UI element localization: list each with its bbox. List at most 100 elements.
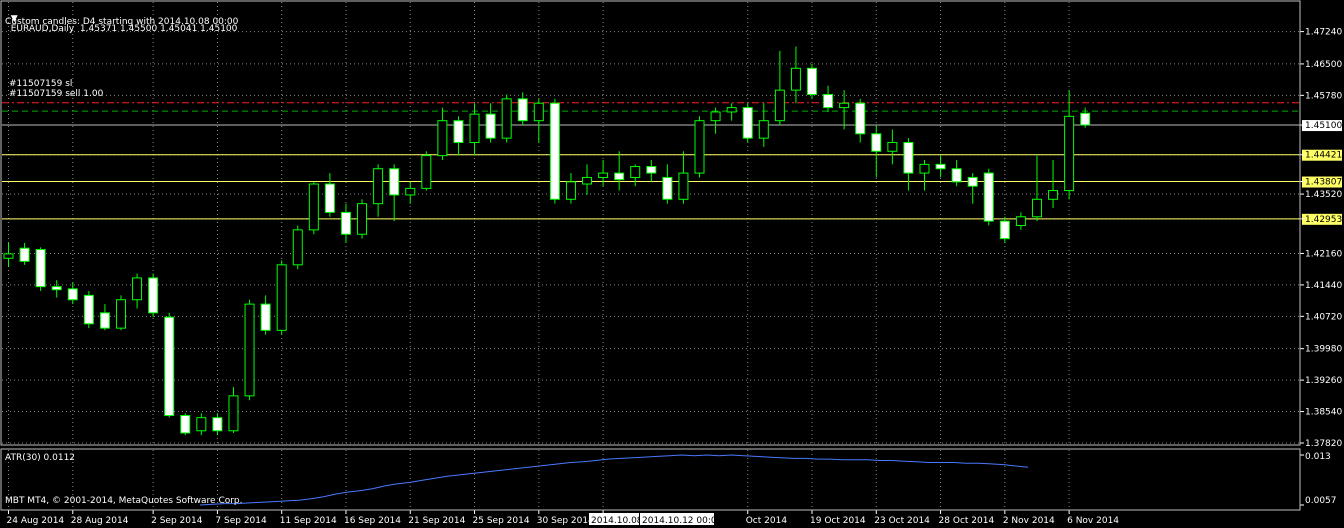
candle-body-bear xyxy=(903,142,914,174)
atr-label: ATR(30) 0.0112 xyxy=(5,453,76,463)
candle[interactable] xyxy=(83,291,94,329)
candle-body-bull xyxy=(421,155,432,189)
price-tick-label: 1.43520 xyxy=(1305,190,1342,200)
candle-body-bull xyxy=(678,172,689,200)
candle-body-bear xyxy=(646,166,657,174)
date-label: 24 Aug 2014 xyxy=(7,516,65,526)
candle-body-bear xyxy=(485,113,496,139)
candle-body-bull xyxy=(758,120,769,139)
candle[interactable] xyxy=(694,116,705,178)
date-highlight-left: 2014.10.08 xyxy=(591,516,643,526)
price-tick-label: 1.45780 xyxy=(1305,91,1342,101)
candle-body-bear xyxy=(35,249,46,288)
candle[interactable] xyxy=(501,94,512,143)
price-tick-label: 1.37820 xyxy=(1305,439,1342,449)
date-label: 25 Sep 2014 xyxy=(473,516,530,526)
candle-body-bull xyxy=(244,303,255,397)
candle-body-bear xyxy=(855,102,866,135)
atr-axis-top: 0.013 xyxy=(1305,452,1331,462)
candle-body-bull xyxy=(919,163,930,174)
candle-body-bear xyxy=(453,120,464,144)
date-label: 23 Oct 2014 xyxy=(874,516,930,526)
candle-body-bull xyxy=(582,176,593,185)
date-label: Oct 2014 xyxy=(746,516,788,526)
candle-body-bear xyxy=(1080,112,1091,126)
date-label: 7 Sep 2014 xyxy=(215,516,267,526)
candle-body-bull xyxy=(228,395,239,432)
candle[interactable] xyxy=(421,151,432,191)
candle-body-bull xyxy=(373,168,384,205)
candle[interactable] xyxy=(292,225,303,270)
candle-body-bear xyxy=(164,316,175,416)
current-price-label: 1.45100 xyxy=(1305,121,1342,131)
atr-axis-bottom: 0.0057 xyxy=(1305,496,1337,506)
candle-body-bear xyxy=(99,312,110,329)
price-tick-label: 1.38540 xyxy=(1305,408,1342,418)
candle[interactable] xyxy=(115,295,126,331)
candle[interactable] xyxy=(244,299,255,401)
candle[interactable] xyxy=(148,273,159,318)
candle[interactable] xyxy=(35,247,46,292)
candle-body-bull xyxy=(630,166,641,178)
candle-body-bull xyxy=(726,107,737,113)
candle[interactable] xyxy=(357,199,368,239)
candle-body-bear xyxy=(614,172,625,181)
candle-body-bear xyxy=(19,247,30,262)
candle[interactable] xyxy=(807,63,817,99)
candle-body-bear xyxy=(340,211,351,235)
candle-body-bull xyxy=(3,253,14,259)
candle-body-bull xyxy=(1064,115,1075,192)
price-chart[interactable]: 1.44421 1.43807 1.42953 1.45100 1.47240 1.46… xyxy=(0,0,1344,528)
candle-body-bear xyxy=(389,168,400,196)
candle-body-bull xyxy=(887,142,898,152)
date-label: 16 Sep 2014 xyxy=(344,516,401,526)
candle-body-bull xyxy=(598,172,609,178)
candle-body-bull xyxy=(115,299,126,329)
candle-body-bull xyxy=(437,120,448,157)
candle-body-bear xyxy=(999,220,1010,240)
candle[interactable] xyxy=(999,216,1010,243)
date-label: 19 Oct 2014 xyxy=(810,516,866,526)
date-highlight-right: 2014.10.12 00:00 xyxy=(642,516,723,526)
price-tick-label: 1.46500 xyxy=(1305,60,1342,70)
price-tick-label: 1.40720 xyxy=(1305,312,1342,322)
candle[interactable] xyxy=(180,413,191,436)
candle[interactable] xyxy=(276,260,287,335)
candle[interactable] xyxy=(308,181,319,235)
candle[interactable] xyxy=(983,168,994,226)
candle-body-bull xyxy=(790,67,801,91)
candle[interactable] xyxy=(549,98,560,204)
date-label: 21 Sep 2014 xyxy=(408,516,465,526)
candle-body-bear xyxy=(807,67,817,95)
date-label: 30 Sep 2014 xyxy=(537,516,594,526)
candle-body-bear xyxy=(180,414,191,434)
price-tick-label: 1.39980 xyxy=(1305,345,1342,355)
candle-body-bull xyxy=(1048,190,1059,200)
candle-body-bear xyxy=(871,133,882,152)
candle-body-bear xyxy=(67,288,78,301)
candle-body-bull xyxy=(405,187,416,196)
date-label: 2 Sep 2014 xyxy=(151,516,203,526)
candle[interactable] xyxy=(164,312,175,418)
order-sell-label: #11507159 sell 1.00 xyxy=(9,89,104,99)
candle-body-bull xyxy=(565,181,576,200)
candle-body-bear xyxy=(517,98,528,122)
date-label: 2 Nov 2014 xyxy=(1003,516,1055,526)
candle[interactable] xyxy=(742,103,753,143)
price-tick-label: 1.47240 xyxy=(1305,28,1342,38)
candle-body-bear xyxy=(212,417,223,432)
candle-body-bull xyxy=(469,113,480,144)
candle-body-bear xyxy=(742,107,753,139)
candle-body-bear xyxy=(983,172,994,222)
price-tick-label: 1.42160 xyxy=(1305,249,1342,259)
date-label: 11 Sep 2014 xyxy=(280,516,337,526)
candle-body-bull xyxy=(839,102,850,109)
price-tick-label: 1.41440 xyxy=(1305,281,1342,291)
date-label: 28 Aug 2014 xyxy=(71,516,129,526)
candle-body-bull xyxy=(1015,216,1026,227)
candle-body-bear xyxy=(260,303,271,331)
candle-body-bull xyxy=(196,417,207,432)
candle-body-bear xyxy=(148,277,159,314)
copyright-text: MBT MT4, © 2001-2014, MetaQuotes Softwar… xyxy=(5,496,243,506)
candle-body-bull xyxy=(1031,198,1042,218)
